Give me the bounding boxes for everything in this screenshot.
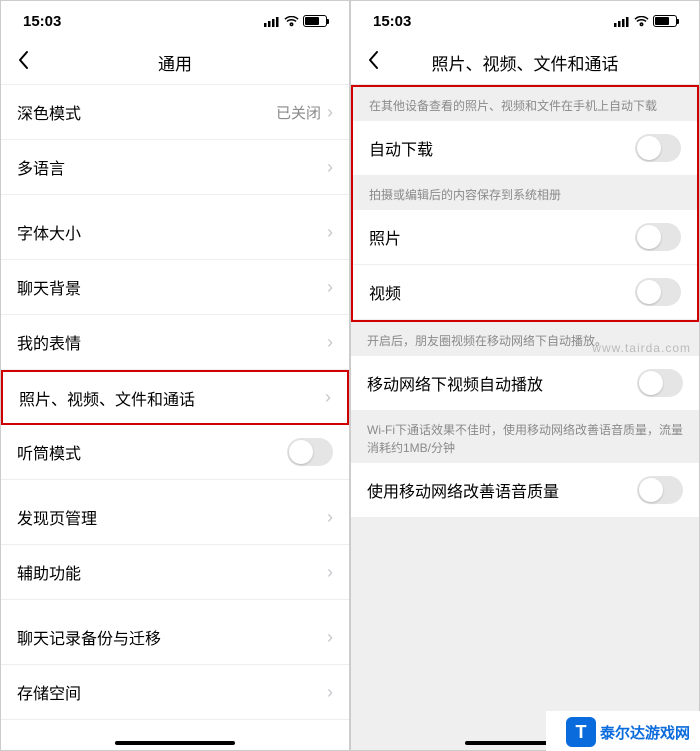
status-bar: 15:03: [351, 1, 699, 41]
photos-toggle[interactable]: [635, 223, 681, 251]
chevron-right-icon: ›: [327, 277, 333, 298]
auto-download-toggle[interactable]: [635, 134, 681, 162]
chevron-right-icon: ›: [327, 102, 333, 123]
signal-icon: [264, 16, 280, 27]
row-label: 视频: [369, 280, 635, 304]
logo-icon: T: [566, 717, 596, 747]
status-indicators: [614, 15, 677, 27]
row-label: 字体大小: [17, 220, 327, 244]
row-label: 清空聊天记录: [127, 745, 223, 750]
row-dark-mode[interactable]: 深色模式 已关闭 ›: [1, 85, 349, 140]
row-label: 深色模式: [17, 100, 276, 124]
row-voip-cellular[interactable]: 使用移动网络改善语音质量: [351, 463, 699, 518]
row-accessibility[interactable]: 辅助功能 ›: [1, 545, 349, 600]
row-label: 我的表情: [17, 330, 327, 354]
row-media-files[interactable]: 照片、视频、文件和通话 ›: [1, 370, 349, 425]
battery-icon: [653, 15, 677, 27]
status-indicators: [264, 15, 327, 27]
navbar: 照片、视频、文件和通话: [351, 41, 699, 85]
battery-icon: [303, 15, 327, 27]
row-save-photos[interactable]: 照片: [353, 210, 697, 265]
status-bar: 15:03: [1, 1, 349, 41]
row-value: 已关闭: [276, 102, 321, 123]
page-title: 通用: [158, 50, 192, 75]
back-button[interactable]: [361, 44, 385, 82]
row-label: 照片: [369, 225, 635, 249]
row-label: 发现页管理: [17, 505, 327, 529]
watermark-text: www.tairda.com: [592, 341, 691, 355]
page-title: 照片、视频、文件和通话: [432, 50, 619, 75]
row-language[interactable]: 多语言 ›: [1, 140, 349, 195]
chevron-left-icon: [17, 50, 29, 70]
chevron-right-icon: ›: [327, 157, 333, 178]
section-gap: [1, 195, 349, 205]
navbar: 通用: [1, 41, 349, 85]
section-note-voip: Wi-Fi下通话效果不佳时，使用移动网络改善语音质量，流量消耗约1MB/分钟: [351, 411, 699, 463]
row-storage[interactable]: 存储空间 ›: [1, 665, 349, 720]
row-discover-manage[interactable]: 发现页管理 ›: [1, 490, 349, 545]
row-font-size[interactable]: 字体大小 ›: [1, 205, 349, 260]
chevron-right-icon: ›: [325, 387, 331, 408]
chevron-right-icon: ›: [327, 332, 333, 353]
voip-toggle[interactable]: [637, 476, 683, 504]
row-chat-backup[interactable]: 聊天记录备份与迁移 ›: [1, 610, 349, 665]
site-logo: T 泰尔达游戏网: [546, 711, 700, 751]
wifi-icon: [634, 16, 649, 27]
section-note-save-album: 拍摄或编辑后的内容保存到系统相册: [353, 176, 697, 210]
wifi-icon: [284, 16, 299, 27]
row-chat-background[interactable]: 聊天背景 ›: [1, 260, 349, 315]
chevron-right-icon: ›: [327, 507, 333, 528]
row-autoplay-cellular[interactable]: 移动网络下视频自动播放: [351, 356, 699, 411]
section-note-auto-download: 在其他设备查看的照片、视频和文件在手机上自动下载: [353, 87, 697, 121]
row-label: 移动网络下视频自动播放: [367, 371, 637, 395]
chevron-right-icon: ›: [327, 222, 333, 243]
section-gap: [1, 600, 349, 610]
row-clear-history[interactable]: 清空聊天记录: [1, 730, 349, 750]
chevron-left-icon: [367, 50, 379, 70]
status-time: 15:03: [373, 13, 411, 30]
row-save-videos[interactable]: 视频: [353, 265, 697, 320]
home-indicator: [115, 741, 235, 745]
chevron-right-icon: ›: [327, 682, 333, 703]
videos-toggle[interactable]: [635, 278, 681, 306]
section-gap: [1, 480, 349, 490]
row-label: 多语言: [17, 155, 327, 179]
row-label: 听筒模式: [17, 440, 287, 464]
row-stickers[interactable]: 我的表情 ›: [1, 315, 349, 370]
chevron-right-icon: ›: [327, 627, 333, 648]
status-time: 15:03: [23, 13, 61, 30]
row-label: 自动下载: [369, 136, 635, 160]
autoplay-toggle[interactable]: [637, 369, 683, 397]
earpiece-toggle[interactable]: [287, 438, 333, 466]
row-label: 使用移动网络改善语音质量: [367, 478, 637, 502]
row-label: 聊天背景: [17, 275, 327, 299]
row-label: 照片、视频、文件和通话: [19, 386, 325, 410]
row-label: 辅助功能: [17, 560, 327, 584]
back-button[interactable]: [11, 44, 35, 82]
row-label: 存储空间: [17, 680, 327, 704]
row-earpiece-mode[interactable]: 听筒模式: [1, 425, 349, 480]
logo-text: 泰尔达游戏网: [600, 722, 690, 743]
signal-icon: [614, 16, 630, 27]
row-auto-download[interactable]: 自动下载: [353, 121, 697, 176]
chevron-right-icon: ›: [327, 562, 333, 583]
row-label: 聊天记录备份与迁移: [17, 625, 327, 649]
